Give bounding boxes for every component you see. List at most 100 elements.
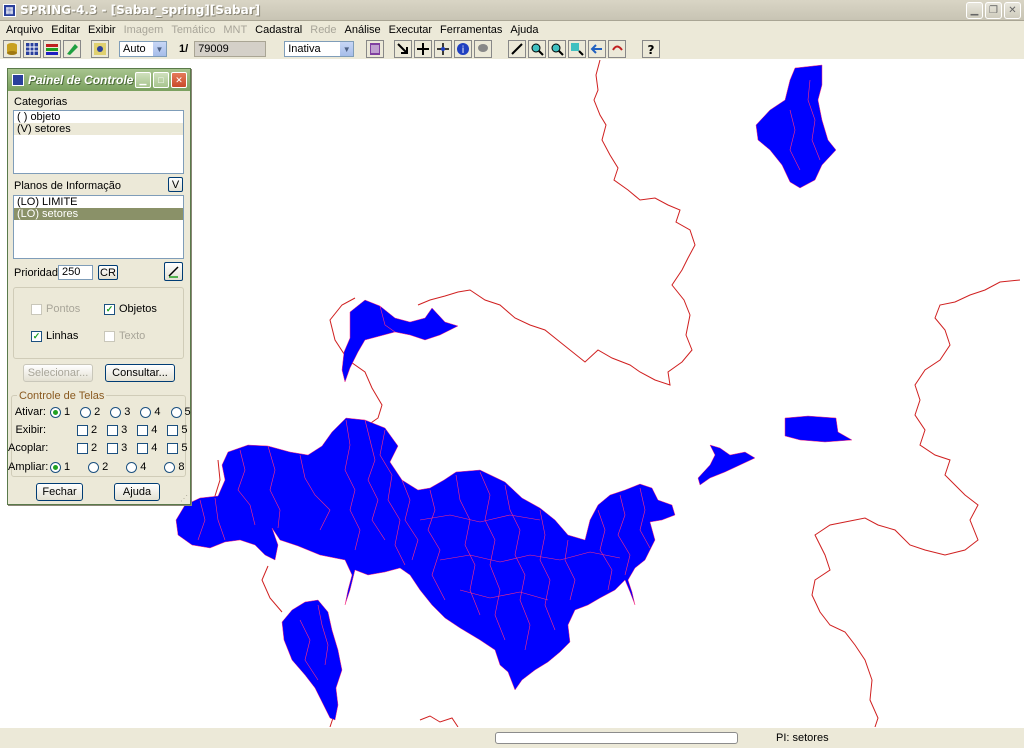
list-item[interactable]: (LO) LIMITE [14,196,183,208]
minimize-button[interactable]: ▁ [966,2,983,19]
control-panel-icon [94,43,106,55]
speech-icon [478,44,489,52]
zoom-area-icon [571,43,584,56]
layers-button[interactable] [43,40,61,58]
control-panel-window[interactable]: Painel de Controle ▁ □ ✕ Categorias ( ) … [7,68,191,505]
acoplar-check-4[interactable]: 4 [137,442,157,454]
window-title: SPRING-4.3 - [Sabar_spring][Sabar] [20,3,261,17]
exibir-check-4[interactable]: 4 [137,424,157,436]
menu-ajuda[interactable]: Ajuda [506,21,542,39]
ativar-radio-1[interactable]: 1 [50,406,70,418]
menu-cadastral[interactable]: Cadastral [251,21,306,39]
restore-button[interactable]: ❐ [985,2,1002,19]
ampliar-label: Ampliar: [8,461,49,473]
database-button[interactable] [3,40,21,58]
panel-title: Painel de Controle [28,73,134,87]
chevron-down-icon: ▼ [339,42,354,56]
zoom-area-button[interactable] [568,40,587,58]
panel-titlebar[interactable]: Painel de Controle ▁ □ ✕ [8,69,190,91]
ajuda-button[interactable]: Ajuda [114,483,160,501]
resize-grip-icon[interactable]: ⋰ [180,494,188,503]
edit-line-button[interactable] [508,40,527,58]
arrow-left-icon [590,44,603,54]
planos-list[interactable]: (LO) LIMITE (LO) setores [13,195,184,259]
list-item[interactable]: ( ) objeto [14,111,183,123]
zoom-out-button[interactable] [548,40,567,58]
prioridade-input[interactable]: 250 [58,265,93,280]
ampliar-radio-8[interactable]: 8 [164,461,185,473]
categorias-list[interactable]: ( ) objeto (V) setores [13,110,184,174]
fechar-button[interactable]: Fechar [36,483,83,501]
book-icon [370,43,381,55]
tooltip-button[interactable] [474,40,493,58]
back-button[interactable] [588,40,607,58]
acoplar-check-2[interactable]: 2 [77,442,97,454]
ativar-radio-3[interactable]: 3 [110,406,130,418]
menu-editar[interactable]: Editar [47,21,84,39]
ativar-row: Ativar: 1 2 3 4 5 [8,406,201,418]
menu-tematico[interactable]: Temático [167,21,219,39]
menu-exibir[interactable]: Exibir [84,21,120,39]
zoom-mode-select[interactable]: Auto ▼ [119,41,167,57]
scale-field[interactable]: 79009 [194,41,267,57]
info-icon: i [457,43,470,56]
panel-maximize-button[interactable]: □ [153,72,169,88]
check-icon: ✓ [31,330,42,342]
exibir-check-5[interactable]: 5 [167,424,188,436]
check-icon: ✓ [104,303,115,315]
menu-executar[interactable]: Executar [385,21,436,39]
status-bar: PI: setores [0,727,1024,748]
panel-minimize-button[interactable]: ▁ [135,72,151,88]
planos-visible-button[interactable]: V [168,177,183,192]
acoplar-check-5[interactable]: 5 [167,442,188,454]
pontos-checkbox[interactable]: Pontos [31,303,80,315]
setores-polygons [175,64,853,721]
linhas-checkbox[interactable]: ✓ Linhas [31,330,78,342]
checkbox-box [31,303,42,315]
ampliar-radio-2[interactable]: 2 [88,461,108,473]
control-panel-button[interactable] [91,40,109,58]
panel-icon [12,74,24,86]
list-item[interactable]: (LO) setores [14,208,183,220]
list-item[interactable]: (V) setores [14,123,183,135]
pan-button[interactable] [434,40,453,58]
exibir-check-3[interactable]: 3 [107,424,127,436]
panel-close-button[interactable]: ✕ [171,72,187,88]
cursor-button[interactable] [414,40,433,58]
cr-button[interactable]: CR [98,265,118,280]
svg-text:i: i [462,45,465,56]
ativar-radio-4[interactable]: 4 [140,406,161,418]
menu-arquivo[interactable]: Arquivo [2,21,47,39]
menu-ferramentas[interactable]: Ferramentas [436,21,506,39]
project-button[interactable] [23,40,41,58]
exibir-check-2[interactable]: 2 [77,424,97,436]
menu-rede[interactable]: Rede [306,21,340,39]
book-button[interactable] [366,40,385,58]
ampliar-radio-1[interactable]: 1 [50,461,70,473]
pointer-button[interactable] [394,40,413,58]
ampliar-radio-4[interactable]: 4 [126,461,146,473]
draw-button[interactable] [63,40,81,58]
menu-analise[interactable]: Análise [341,21,385,39]
chevron-down-icon: ▼ [152,42,166,56]
ativar-radio-5[interactable]: 5 [170,406,191,418]
texto-checkbox[interactable]: Texto [104,330,145,342]
mode-select[interactable]: Inativa ▼ [284,41,355,57]
consultar-button[interactable]: Consultar... [105,364,175,382]
ativar-radio-2[interactable]: 2 [80,406,100,418]
info-button[interactable]: i [454,40,473,58]
selecionar-button[interactable]: Selecionar... [23,364,93,382]
arrow-down-right-icon [397,43,409,54]
close-button[interactable]: ✕ [1004,2,1021,19]
checkbox-box [104,330,115,342]
linhas-label: Linhas [46,330,79,342]
undo-button[interactable] [608,40,627,58]
objetos-checkbox[interactable]: ✓ Objetos [104,303,157,315]
help-button[interactable]: ? [642,40,661,58]
menu-imagem[interactable]: Imagem [120,21,168,39]
zoom-in-button[interactable] [528,40,547,58]
acoplar-check-3[interactable]: 3 [107,442,127,454]
menu-mnt[interactable]: MNT [219,21,251,39]
color-button[interactable] [164,262,183,281]
zoom-in-icon [531,43,544,56]
